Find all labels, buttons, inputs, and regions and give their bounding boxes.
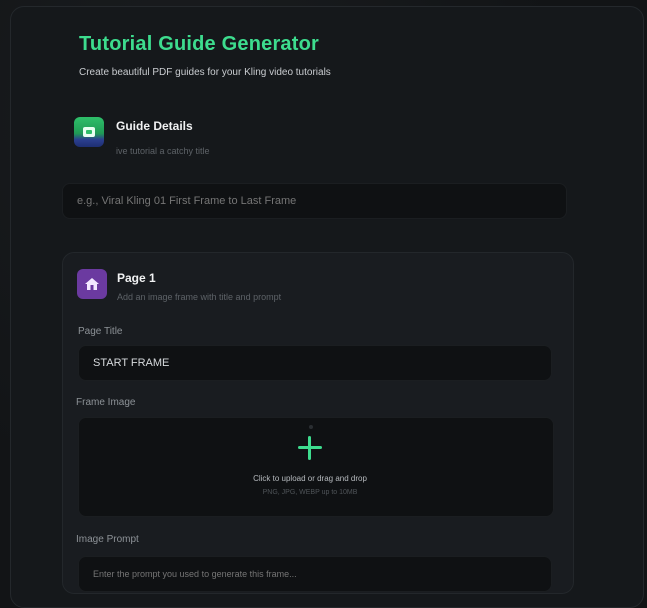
frame-image-dropzone[interactable]	[78, 417, 554, 517]
upload-text: Click to upload or drag and drop	[253, 474, 367, 483]
page-title-value: START FRAME	[93, 357, 170, 369]
home-icon	[77, 269, 107, 299]
upload-hint: PNG, JPG, WEBP up to 10MB	[262, 489, 358, 496]
page-card-subtitle: Add an image frame with title and prompt	[117, 292, 282, 302]
guide-details-subtitle: ive tutorial a catchy title	[116, 146, 210, 156]
page-subtitle: Create beautiful PDF guides for your Kli…	[79, 67, 331, 78]
page-card-title: Page 1	[117, 271, 156, 285]
image-prompt-input[interactable]	[78, 556, 552, 592]
app-window: Tutorial Guide Generator Create beautifu…	[0, 0, 647, 608]
frame-image-label: Frame Image	[76, 397, 136, 408]
image-prompt-label: Image Prompt	[76, 534, 139, 545]
page-title-label: Page Title	[78, 326, 123, 337]
page-title-input[interactable]: START FRAME	[78, 345, 552, 381]
guide-details-title: Guide Details	[116, 119, 193, 133]
page-title: Tutorial Guide Generator	[79, 33, 320, 55]
book-icon	[74, 117, 104, 147]
guide-title-input[interactable]	[62, 183, 567, 219]
plus-icon[interactable]	[298, 436, 322, 460]
dropzone-dot	[309, 425, 313, 429]
